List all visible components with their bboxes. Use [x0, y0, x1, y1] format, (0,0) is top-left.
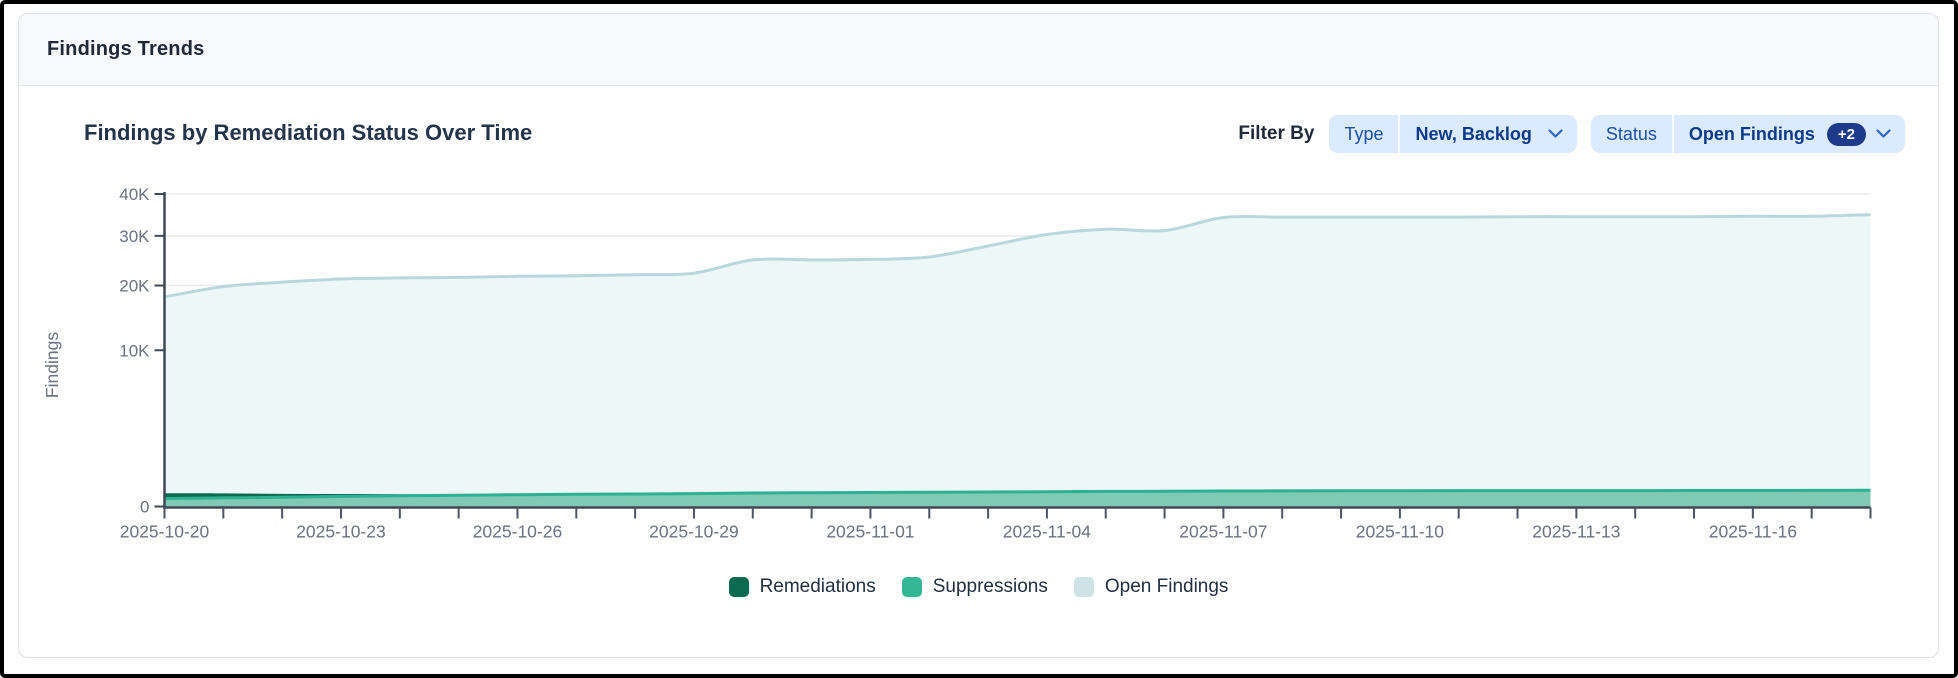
svg-text:2025-11-16: 2025-11-16 [1709, 522, 1797, 542]
findings-area-chart: 010K20K30K40K2025-10-202025-10-232025-10… [0, 0, 1958, 678]
svg-text:10K: 10K [119, 341, 150, 360]
open-findings-area [165, 215, 1871, 507]
svg-text:2025-11-01: 2025-11-01 [826, 522, 914, 542]
y-axis: 0 10K 20K 30K 40K [119, 185, 164, 517]
findings-trends-page: Findings Trends Findings by Remediation … [0, 0, 1958, 678]
svg-text:2025-10-26: 2025-10-26 [473, 522, 563, 542]
svg-text:40K: 40K [119, 185, 150, 204]
svg-text:2025-10-20: 2025-10-20 [120, 522, 210, 542]
svg-text:0: 0 [140, 498, 149, 517]
svg-text:30K: 30K [119, 227, 150, 246]
svg-text:2025-11-10: 2025-11-10 [1356, 522, 1444, 542]
svg-text:20K: 20K [119, 277, 150, 296]
svg-text:2025-10-23: 2025-10-23 [296, 522, 386, 542]
svg-text:2025-11-13: 2025-11-13 [1532, 522, 1620, 542]
y-axis-title: Findings [42, 332, 62, 398]
x-axis: 2025-10-20 2025-10-23 2025-10-26 2025-10-29… [120, 508, 1871, 542]
svg-text:2025-11-07: 2025-11-07 [1179, 522, 1267, 542]
svg-text:2025-11-04: 2025-11-04 [1003, 522, 1091, 542]
svg-text:2025-10-29: 2025-10-29 [649, 522, 739, 542]
